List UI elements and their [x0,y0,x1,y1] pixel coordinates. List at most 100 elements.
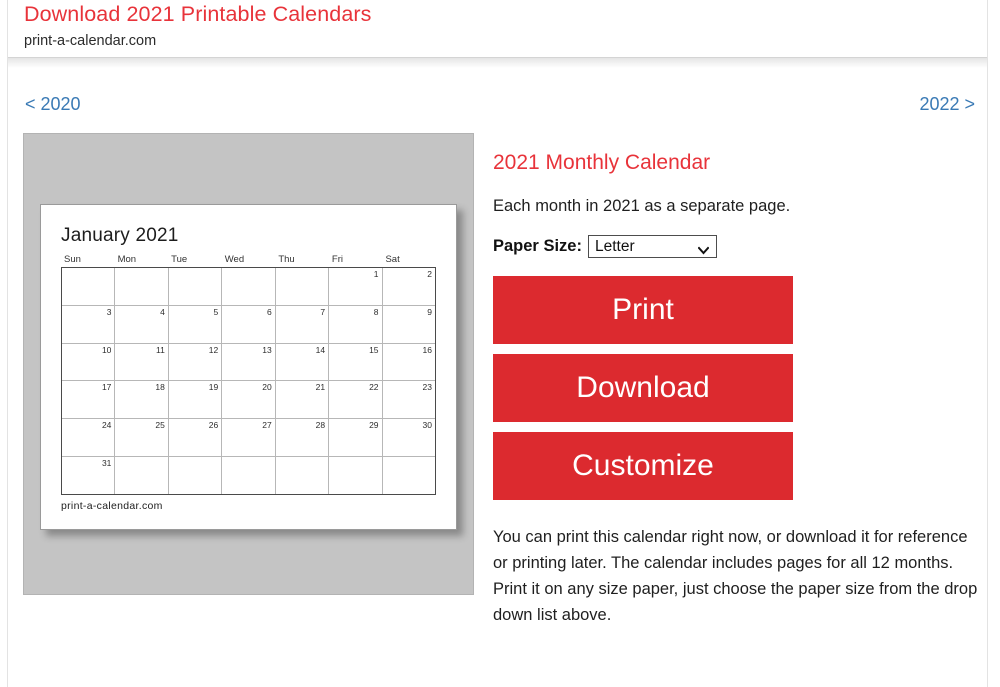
calendar-day-cell: 30 [383,419,435,456]
calendar-day-number: 2 [427,269,432,279]
calendar-day-cell: 11 [115,343,169,381]
page-root: Download 2021 Printable Calendars print-… [0,0,1000,687]
calendar-day-cell: 3 [62,305,116,343]
calendar-day-cell: 1 [329,268,383,305]
calendar-page-footer: print-a-calendar.com [61,500,163,512]
calendar-day-cell: 21 [276,381,330,419]
calendar-day-cell: 6 [222,305,276,343]
calendar-day-number: 15 [369,344,379,355]
calendar-day-header: Thu [278,254,295,265]
previous-year-link[interactable]: < 2020 [25,94,81,115]
calendar-day-header: Sat [385,254,400,265]
calendar-day-cell: 2 [383,268,435,305]
calendar-week-row: 17 18 19 20 21 22 23 [62,381,435,420]
calendar-day-number: 25 [155,420,165,431]
calendar-day-cell: 9 [383,306,435,343]
page-title: Download 2021 Printable Calendars [24,2,372,26]
calendar-day-cell [222,268,276,305]
calendar-day-number: 31 [101,458,112,469]
calendar-day-cell [169,268,223,305]
calendar-day-cell: 14 [276,343,330,381]
page-right-border [987,0,988,687]
calendar-day-number: 20 [262,382,272,393]
calendar-day-number: 11 [156,344,165,355]
next-year-link[interactable]: 2022 > [919,94,975,115]
calendar-day-header: Fri [331,254,343,265]
calendar-day-cell: 23 [383,381,435,418]
calendar-day-cell [222,457,276,494]
paper-size-select[interactable]: Letter [587,234,717,258]
calendar-day-number: 22 [369,382,379,393]
calendar-day-number: 29 [369,420,379,431]
calendar-day-number: 24 [101,420,112,431]
calendar-day-cell: 13 [222,343,276,381]
calendar-day-header-row: Sun Mon Tue Wed Thu Fri Sat [61,253,436,267]
calendar-day-cell [329,457,383,494]
calendar-day-cell: 17 [62,381,116,419]
calendar-day-cell: 22 [329,381,383,419]
calendar-day-cell: 19 [169,381,223,419]
calendar-day-cell: 28 [276,419,330,457]
calendar-day-number: 27 [262,420,272,431]
customize-button[interactable]: Customize [493,432,793,500]
site-domain-text: print-a-calendar.com [24,33,157,49]
calendar-month-title: January 2021 [61,225,179,246]
calendar-day-cell: 31 [62,457,116,494]
calendar-day-cell: 24 [62,419,116,457]
site-header: Download 2021 Printable Calendars print-… [8,0,987,68]
calendar-day-cell: 4 [115,305,169,343]
paper-size-label: Paper Size: [493,236,582,255]
calendar-day-cell: 25 [115,419,169,457]
calendar-day-cell [276,457,330,494]
calendar-week-row: 3 4 5 6 7 8 9 [62,305,435,344]
calendar-week-row: 31 [62,457,435,494]
print-button[interactable]: Print [493,276,793,344]
calendar-day-number: 1 [373,269,379,279]
product-title: 2021 Monthly Calendar [493,151,711,174]
calendar-day-cell [115,457,169,494]
calendar-day-cell: 8 [329,305,383,343]
calendar-day-cell: 16 [383,344,435,381]
calendar-day-cell [169,457,223,494]
calendar-day-cell: 20 [222,381,276,419]
calendar-week-row: 1 2 [62,268,435,306]
calendar-day-number: 14 [315,344,326,355]
calendar-day-cell: 29 [329,419,383,457]
calendar-day-cell: 26 [169,419,223,457]
calendar-day-number: 17 [101,382,112,393]
product-subtitle: Each month in 2021 as a separate page. [493,197,791,215]
calendar-day-number: 18 [155,382,165,393]
action-button-group: Print Download Customize [493,276,793,500]
calendar-day-number: 13 [262,344,272,355]
header-shadow [8,58,987,68]
product-content-column: 2021 Monthly Calendar Each month in 2021… [493,148,983,645]
calendar-day-number: 10 [101,344,112,355]
calendar-day-number: 19 [208,382,219,393]
paper-size-row: Paper Size: Letter [493,234,983,258]
calendar-grid: 1 2 3 4 5 6 7 8 9 10 11 12 13 14 15 16 1… [61,267,436,495]
calendar-day-cell: 10 [62,343,116,381]
calendar-day-header: Tue [171,254,188,265]
calendar-day-number: 23 [422,382,432,393]
calendar-day-cell [276,268,330,305]
calendar-day-header: Mon [117,254,137,265]
calendar-preview-page[interactable]: January 2021 Sun Mon Tue Wed Thu Fri Sat… [40,204,457,530]
paper-size-selected-value: Letter [594,237,635,255]
calendar-day-header: Wed [224,254,245,265]
calendar-day-number: 3 [106,306,112,317]
calendar-day-number: 5 [213,306,219,317]
download-button[interactable]: Download [493,354,793,422]
product-description: You can print this calendar right now, o… [493,528,978,624]
calendar-day-cell: 5 [169,305,223,343]
calendar-day-header: Sun [64,254,81,265]
calendar-day-number: 12 [208,344,219,355]
calendar-day-cell: 12 [169,343,223,381]
calendar-day-number: 21 [315,382,326,393]
calendar-day-cell [115,268,169,305]
calendar-day-cell: 7 [276,305,330,343]
calendar-day-number: 26 [208,420,219,431]
calendar-day-cell: 27 [222,419,276,457]
calendar-day-number: 30 [422,420,432,431]
chevron-down-icon [697,242,710,254]
calendar-day-number: 7 [320,306,326,317]
